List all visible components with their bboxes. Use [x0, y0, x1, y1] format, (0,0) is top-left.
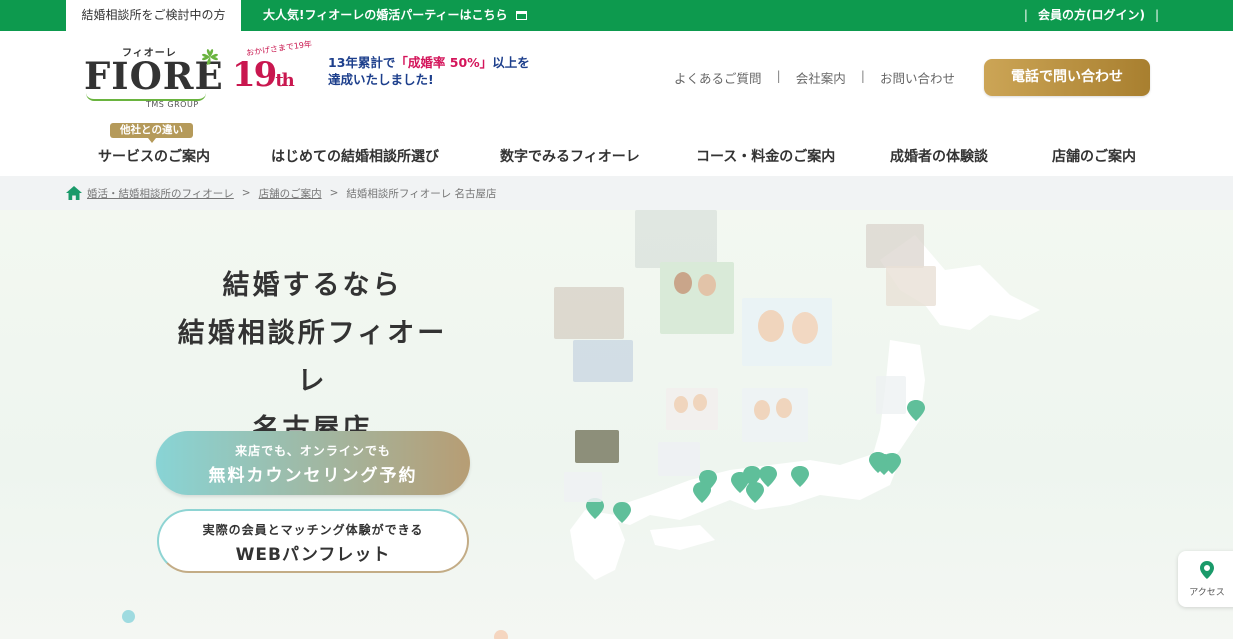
catch-line-1: 13年累計で「成婚率 50%」以上を [328, 54, 530, 71]
catch-highlight: 「成婚率 50%」 [395, 55, 493, 70]
catch-line-2: 達成いたしました! [328, 72, 434, 87]
breadcrumb-home[interactable]: 婚活・結婚相談所のフィオーレ [87, 186, 234, 201]
header-links: よくあるご質問 | 会社案内 | お問い合わせ [674, 68, 955, 87]
couple-illustration [658, 442, 700, 476]
access-float-button[interactable]: アクセス [1178, 551, 1233, 607]
party-link-label: 大人気!フィオーレの婚活パーティーはこちら [263, 8, 508, 22]
company-link[interactable]: 会社案内 [796, 68, 846, 87]
catch-pre: 13年累計で [328, 55, 396, 70]
nav-item-numbers[interactable]: 数字でみるフィオーレ [500, 146, 640, 166]
couple-photo [554, 287, 624, 339]
anniversary-badge: おかげさまで19年 19th [232, 39, 312, 99]
contact-link[interactable]: お問い合わせ [880, 68, 955, 87]
divider: | [776, 68, 781, 83]
anniversary-suffix: th [275, 70, 294, 91]
couple-photo [866, 224, 924, 268]
hero-title: 結婚するなら 結婚相談所フィオーレ 名古屋店 [170, 262, 455, 454]
clover-icon [202, 49, 218, 65]
difference-badge: 他社との違い [110, 123, 193, 143]
external-window-icon [515, 11, 527, 20]
pamphlet-sub-label: 実際の会員とマッチング体験ができる [202, 523, 424, 537]
hero-section: 結婚するなら 結婚相談所フィオーレ 名古屋店 来店でも、オンラインでも 無料カウ… [0, 210, 1233, 639]
decor-dot [122, 610, 135, 623]
global-nav: 他社との違い サービスのご案内 はじめての結婚相談所選び 数字でみるフィオーレ … [66, 121, 1166, 176]
couple-photo [660, 262, 734, 334]
couple-photo [635, 210, 717, 268]
breadcrumb-stores[interactable]: 店舗のご案内 [259, 186, 322, 201]
counseling-main-label: 無料カウンセリング予約 [208, 466, 418, 486]
pamphlet-main-label: WEBパンフレット [235, 545, 391, 565]
member-login-link[interactable]: | 会員の方(ログイン) | [1014, 0, 1169, 31]
hero-title-line: 結婚相談所フィオーレ [177, 318, 448, 397]
hero-title-line: 結婚するなら [222, 270, 403, 301]
couple-illustration [666, 388, 718, 430]
couple-illustration [742, 388, 808, 442]
nav-item-testimonials[interactable]: 成婚者の体験談 [890, 146, 988, 166]
nav-item-stores[interactable]: 店舗のご案内 [1052, 146, 1136, 166]
nav-item-first-time[interactable]: はじめての結婚相談所選び [271, 146, 439, 166]
nav-item-course-price[interactable]: コース・料金のご案内 [696, 146, 835, 166]
couple-illustration [742, 298, 832, 366]
login-label: 会員の方(ログイン) [1037, 8, 1145, 22]
japan-map-illustration [540, 210, 1060, 639]
breadcrumb-separator: > [329, 187, 339, 199]
nav-item-service[interactable]: サービスのご案内 [98, 146, 210, 166]
breadcrumb-separator: > [241, 187, 251, 199]
faq-link[interactable]: よくあるご質問 [674, 68, 762, 87]
party-link[interactable]: 大人気!フィオーレの婚活パーティーはこちら [263, 0, 527, 31]
couple-photo [886, 266, 936, 306]
home-icon [66, 186, 82, 200]
counseling-sub-label: 来店でも、オンラインでも [235, 444, 391, 458]
couple-illustration [564, 472, 602, 502]
breadcrumb: 婚活・結婚相談所のフィオーレ > 店舗のご案内 > 結婚相談所フィオーレ 名古屋… [0, 176, 1233, 210]
divider: | [1023, 8, 1028, 22]
breadcrumb-current: 結婚相談所フィオーレ 名古屋店 [346, 187, 497, 200]
map-pin-icon [1200, 561, 1214, 579]
tab-considering[interactable]: 結婚相談所をご検討中の方 [66, 0, 241, 31]
divider: | [1154, 8, 1159, 22]
decor-dot [494, 630, 508, 639]
catch-post: 以上を [492, 55, 530, 70]
achievement-catchcopy: 13年累計で「成婚率 50%」以上を 達成いたしました! [328, 54, 530, 88]
logo-group: TMS GROUP [146, 100, 199, 109]
couple-photo [573, 340, 633, 382]
top-bar: 結婚相談所をご検討中の方 大人気!フィオーレの婚活パーティーはこちら | 会員の方… [0, 0, 1233, 31]
couple-photo [575, 430, 619, 463]
fiore-logo[interactable]: フィオーレ FIORE TMS GROUP [84, 44, 223, 112]
anniversary-digits: 19 [232, 55, 277, 95]
web-pamphlet-button[interactable]: 実際の会員とマッチング体験ができる WEBパンフレット [157, 509, 469, 573]
access-label: アクセス [1189, 588, 1225, 598]
free-counseling-button[interactable]: 来店でも、オンラインでも 無料カウンセリング予約 [156, 431, 470, 495]
divider: | [860, 68, 865, 83]
couple-illustration [876, 376, 906, 414]
phone-inquiry-button[interactable]: 電話で問い合わせ [984, 59, 1150, 96]
anniversary-number: 19th [232, 55, 295, 95]
